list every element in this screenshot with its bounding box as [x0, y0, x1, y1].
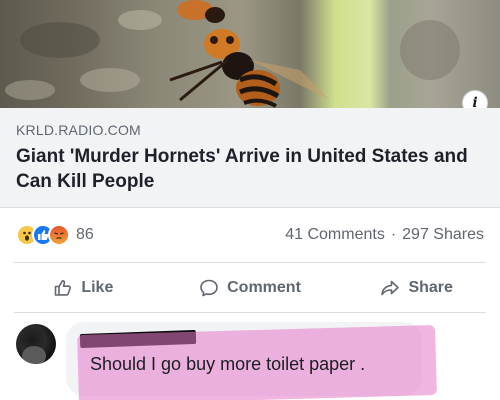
- angry-reaction-icon: [48, 224, 70, 246]
- separator-dot: ·: [390, 226, 397, 243]
- engagement-counts: 41 Comments · 297 Shares: [285, 226, 484, 244]
- shares-count-link[interactable]: 297 Shares: [402, 226, 484, 244]
- speech-bubble-icon: [199, 278, 219, 298]
- avatar[interactable]: [16, 324, 56, 364]
- comments-count-link[interactable]: 41 Comments: [285, 226, 385, 244]
- comment-button[interactable]: Comment: [167, 266, 334, 310]
- like-button[interactable]: Like: [0, 266, 167, 310]
- action-bar: Like Comment Share: [0, 266, 500, 310]
- reactions-summary[interactable]: 86: [16, 224, 94, 246]
- thumbs-up-icon: [53, 278, 73, 298]
- link-preview[interactable]: KRLD.RADIO.COM Giant 'Murder Hornets' Ar…: [0, 108, 500, 208]
- comment-text: Should I go buy more toilet paper .: [90, 354, 366, 374]
- comment-label: Comment: [227, 279, 301, 296]
- divider-top: [14, 262, 486, 263]
- like-label: Like: [81, 279, 114, 296]
- share-button[interactable]: Share: [333, 266, 500, 310]
- reaction-icons: [16, 224, 70, 246]
- share-arrow-icon: [380, 278, 400, 298]
- article-image[interactable]: i: [0, 0, 500, 108]
- reaction-count: 86: [76, 226, 94, 243]
- link-headline[interactable]: Giant 'Murder Hornets' Arrive in United …: [16, 144, 486, 194]
- share-label: Share: [408, 279, 453, 296]
- post-stats: 86 41 Comments · 297 Shares: [0, 215, 500, 255]
- facebook-post: i KRLD.RADIO.COM Giant 'Murder Hornets' …: [0, 0, 500, 400]
- link-domain: KRLD.RADIO.COM: [16, 122, 141, 138]
- divider-bottom: [14, 312, 486, 313]
- hornet-photo: [5, 0, 460, 108]
